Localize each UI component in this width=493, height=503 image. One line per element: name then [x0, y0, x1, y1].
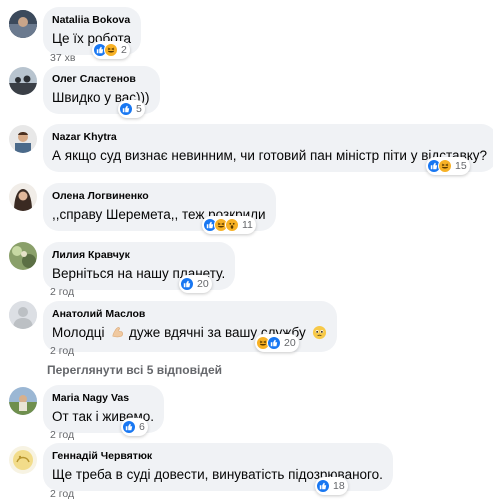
user-photo-icon [9, 10, 37, 38]
reactions-summary[interactable]: 11 [202, 216, 256, 234]
haha-reaction-icon [104, 43, 118, 57]
reactions-summary[interactable]: 6 [121, 418, 148, 436]
view-more-replies-link[interactable]: Переглянути всі 5 відповідей [47, 363, 222, 377]
reactions-count: 20 [284, 337, 296, 349]
user-photo-icon [9, 446, 37, 474]
reactions-summary[interactable]: 20 [179, 275, 212, 293]
comment-author[interactable]: Геннадій Червятюк [52, 450, 383, 463]
reactions-summary[interactable]: 15 [426, 157, 470, 175]
comment-text: А якщо суд визнає невинним, чи готовий п… [52, 148, 488, 163]
like-reaction-icon [180, 277, 194, 291]
comment-author[interactable]: Maria Nagy Vas [52, 392, 154, 405]
comment-author[interactable]: Лилия Кравчук [52, 249, 225, 262]
reactions-count: 11 [242, 219, 253, 231]
reactions-count: 20 [197, 278, 209, 290]
user-photo-icon [9, 242, 37, 270]
reactions-count: 6 [139, 421, 145, 433]
comment-author[interactable]: Nataliia Bokova [52, 14, 131, 27]
avatar[interactable] [9, 446, 37, 474]
comment-text-part: Молодці [52, 325, 105, 340]
reactions-summary[interactable]: 18 [315, 477, 348, 495]
reactions-count: 2 [121, 44, 127, 56]
wow-reaction-icon [225, 218, 239, 232]
user-photo-icon [9, 125, 37, 153]
user-photo-icon [9, 387, 37, 415]
avatar[interactable] [9, 67, 37, 95]
comment-timestamp[interactable]: 2 год [50, 488, 74, 500]
reactions-summary[interactable]: 2 [92, 41, 130, 59]
avatar[interactable] [9, 125, 37, 153]
default-avatar-icon [9, 301, 37, 329]
avatar[interactable] [9, 10, 37, 38]
comment-timestamp[interactable]: 2 год [50, 286, 74, 298]
like-reaction-icon [316, 479, 330, 493]
reactions-count: 18 [333, 480, 345, 492]
comment-author[interactable]: Олег Сластенов [52, 73, 150, 86]
comment-author[interactable]: Олена Логвиненко [52, 190, 266, 203]
like-reaction-icon [119, 102, 133, 116]
haha-reaction-icon [438, 159, 452, 173]
comment-timestamp[interactable]: 37 хв [50, 52, 75, 64]
like-reaction-icon [122, 420, 136, 434]
user-photo-icon [9, 183, 37, 211]
comment-timestamp[interactable]: 2 год [50, 345, 74, 357]
comment-author[interactable]: Анатолий Маслов [52, 308, 327, 321]
comment-author[interactable]: Nazar Khytra [52, 131, 487, 144]
user-photo-icon [9, 67, 37, 95]
avatar[interactable] [9, 301, 37, 329]
avatar[interactable] [9, 242, 37, 270]
avatar[interactable] [9, 183, 37, 211]
reactions-summary[interactable]: 5 [118, 100, 145, 118]
reactions-summary[interactable]: 20 [255, 334, 299, 352]
like-reaction-icon [267, 336, 281, 350]
pleading-emoji-icon [312, 325, 327, 344]
reactions-count: 15 [455, 160, 467, 172]
muscle-emoji-icon [110, 325, 125, 344]
avatar[interactable] [9, 387, 37, 415]
comment-timestamp[interactable]: 2 год [50, 429, 74, 441]
reactions-count: 5 [136, 103, 142, 115]
